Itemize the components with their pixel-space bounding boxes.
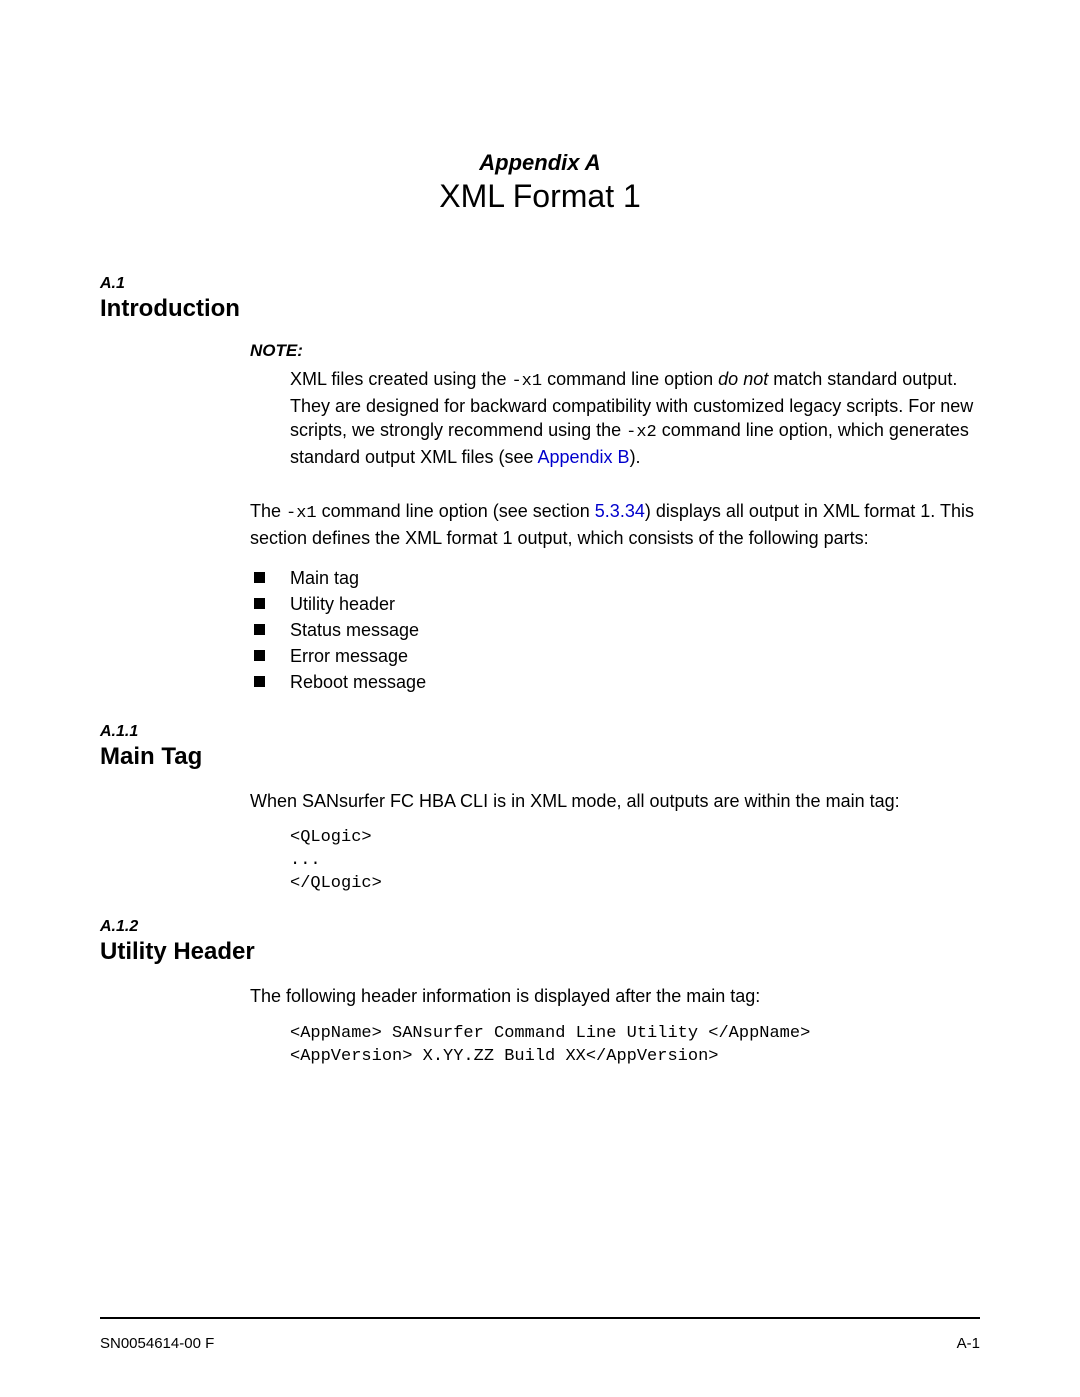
- list-item: Utility header: [250, 591, 980, 617]
- note-body: XML files created using the -x1 command …: [290, 367, 980, 469]
- utilheader-content: The following header information is disp…: [250, 984, 980, 1068]
- list-item: Reboot message: [250, 669, 980, 695]
- section-num-intro: A.1: [100, 275, 980, 293]
- code-x1-body: -x1: [286, 504, 317, 523]
- code-x2: -x2: [626, 423, 657, 442]
- note-label: NOTE:: [250, 341, 980, 361]
- page-title: XML Format 1: [100, 178, 980, 215]
- maintag-code: <QLogic> ... </QLogic>: [290, 827, 980, 896]
- section-num-utilheader: A.1.2: [100, 918, 980, 936]
- intro-text: command line option (see section: [317, 501, 595, 521]
- intro-para: The -x1 command line option (see section…: [250, 499, 980, 550]
- maintag-content: When SANsurfer FC HBA CLI is in XML mode…: [250, 789, 980, 896]
- utilheader-code: <AppName> SANsurfer Command Line Utility…: [290, 1023, 980, 1069]
- section-heading-utilheader: Utility Header: [100, 938, 980, 966]
- footer-rule: [100, 1317, 980, 1319]
- note-text: XML files created using the: [290, 369, 511, 389]
- utilheader-para: The following header information is disp…: [250, 984, 980, 1008]
- code-x1: -x1: [511, 372, 542, 391]
- page: Appendix A XML Format 1 A.1 Introduction…: [0, 0, 1080, 1397]
- section-heading-maintag: Main Tag: [100, 743, 980, 771]
- section-heading-intro: Introduction: [100, 295, 980, 323]
- list-item: Main tag: [250, 565, 980, 591]
- title-block: Appendix A XML Format 1: [100, 150, 980, 215]
- list-item: Status message: [250, 617, 980, 643]
- list-item: Error message: [250, 643, 980, 669]
- footer: SN0054614-00 F A-1: [100, 1335, 980, 1352]
- intro-content: NOTE: XML files created using the -x1 co…: [250, 341, 980, 695]
- note-emphasis: do not: [718, 369, 768, 389]
- note-text: ).: [630, 447, 641, 467]
- footer-left: SN0054614-00 F: [100, 1335, 214, 1352]
- footer-right: A-1: [957, 1335, 980, 1352]
- appendix-label: Appendix A: [100, 150, 980, 176]
- appendix-b-link[interactable]: Appendix B: [537, 447, 629, 467]
- maintag-para: When SANsurfer FC HBA CLI is in XML mode…: [250, 789, 980, 813]
- section-num-maintag: A.1.1: [100, 723, 980, 741]
- section-5-3-34-link[interactable]: 5.3.34: [595, 501, 645, 521]
- intro-text: The: [250, 501, 286, 521]
- note-text: command line option: [542, 369, 718, 389]
- intro-bullets: Main tag Utility header Status message E…: [250, 565, 980, 695]
